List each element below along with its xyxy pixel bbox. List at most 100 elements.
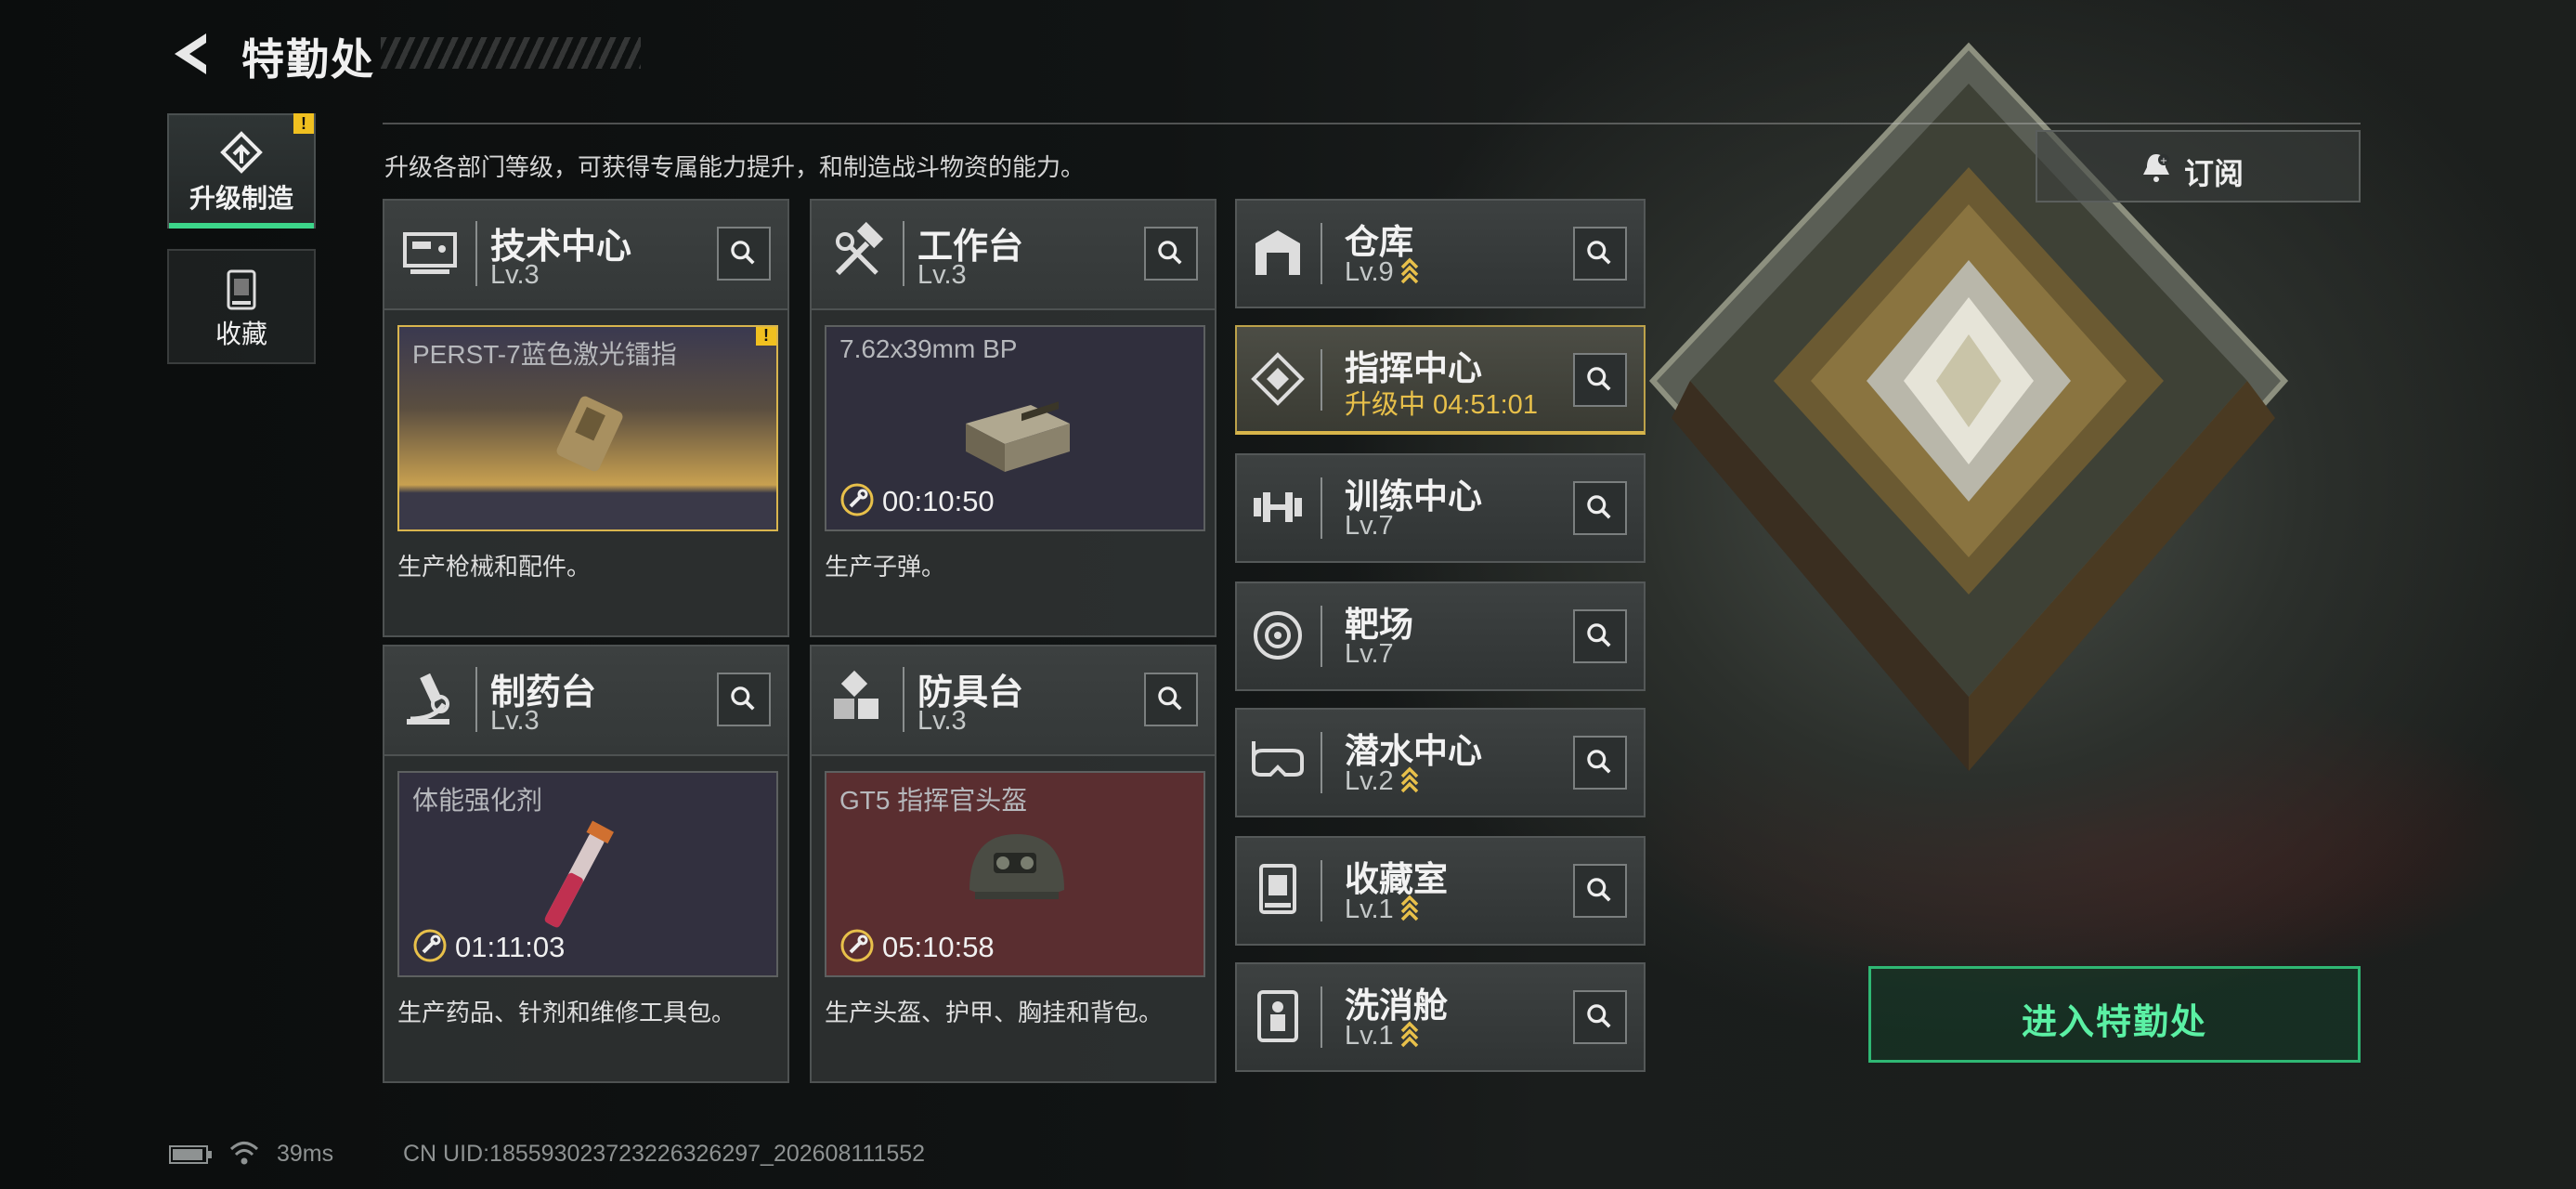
microscope-icon bbox=[407, 673, 449, 725]
upgrade-chevron-icon bbox=[1400, 1021, 1418, 1048]
row-divider bbox=[1321, 732, 1322, 793]
facility-card-pharmacy[interactable]: 制药台 Lv.3 体能强化剂 01:11:03 生产药品、针剂和维修工具包。 bbox=[383, 645, 789, 1083]
inspect-button[interactable] bbox=[1573, 990, 1627, 1044]
facility-description: 生产头盔、护甲、胸挂和背包。 bbox=[825, 999, 1164, 1026]
back-arrow-icon[interactable] bbox=[169, 28, 214, 80]
room-level: Lv.7 bbox=[1345, 639, 1394, 669]
search-icon bbox=[1587, 878, 1611, 902]
room-row-command-center[interactable]: 指挥中心 升级中 04:51:01 bbox=[1235, 325, 1646, 435]
inspect-button[interactable] bbox=[717, 673, 771, 726]
wifi-icon bbox=[229, 1142, 259, 1165]
svg-text:+: + bbox=[2160, 156, 2167, 166]
command-icon bbox=[1251, 352, 1305, 406]
subscribe-button[interactable]: + 订阅 bbox=[2036, 130, 2361, 203]
row-divider bbox=[1321, 349, 1322, 411]
slot-alert-badge: ! bbox=[756, 327, 776, 346]
facility-header: 制药台 Lv.3 bbox=[384, 647, 787, 756]
room-level: Lv.1 bbox=[1345, 1020, 1420, 1052]
header-divider bbox=[475, 221, 477, 286]
inspect-button[interactable] bbox=[1144, 227, 1198, 281]
dumbbell-icon bbox=[1254, 492, 1302, 522]
active-tab-indicator bbox=[169, 223, 314, 229]
inspect-button[interactable] bbox=[1573, 736, 1627, 790]
facility-card-workbench[interactable]: 工作台 Lv.3 7.62x39mm BP 00:10:50 生产子弹。 bbox=[810, 199, 1216, 637]
search-icon bbox=[1587, 241, 1611, 265]
row-divider bbox=[1321, 223, 1322, 284]
production-slot[interactable]: 体能强化剂 01:11:03 bbox=[397, 771, 778, 977]
header-divider bbox=[903, 221, 904, 286]
ping-readout: 39ms bbox=[277, 1141, 334, 1167]
facility-card-armor-bench[interactable]: 防具台 Lv.3 GT5 指挥官头盔 05:10:58 生产头盔、护甲、胸挂和背… bbox=[810, 645, 1216, 1083]
wrench-timer-icon bbox=[413, 929, 447, 962]
collection-icon bbox=[227, 269, 256, 310]
room-row-collection-room[interactable]: 收藏室 Lv.1 bbox=[1235, 836, 1646, 946]
inspect-button[interactable] bbox=[1573, 864, 1627, 918]
helmet-image bbox=[969, 834, 1064, 899]
wrench-timer-icon bbox=[840, 483, 874, 516]
facility-description: 生产子弹。 bbox=[825, 553, 946, 581]
search-icon bbox=[1158, 241, 1182, 265]
item-name: 7.62x39mm BP bbox=[839, 334, 1018, 363]
room-level-text: Lv.2 bbox=[1345, 766, 1394, 796]
ammo-box-image bbox=[966, 401, 1070, 472]
production-slot[interactable]: 7.62x39mm BP 00:10:50 bbox=[825, 325, 1205, 531]
inspect-button[interactable] bbox=[717, 227, 771, 281]
inspect-button[interactable] bbox=[1573, 481, 1627, 535]
room-level-text: Lv.9 bbox=[1345, 257, 1394, 287]
tab-upgrade-craft[interactable]: 升级制造 ! bbox=[167, 113, 316, 229]
collection-icon bbox=[1259, 864, 1296, 914]
facility-level: Lv.3 bbox=[490, 260, 540, 290]
item-name: PERST-7蓝色激光镭指 bbox=[412, 340, 677, 369]
search-icon bbox=[1587, 623, 1611, 647]
facility-level: Lv.3 bbox=[917, 260, 967, 290]
page-title: 特勤处 bbox=[241, 35, 375, 84]
room-level: Lv.1 bbox=[1345, 894, 1420, 925]
room-row-warehouse[interactable]: 仓库 Lv.9 bbox=[1235, 199, 1646, 308]
facility-header: 工作台 Lv.3 bbox=[812, 201, 1215, 310]
production-slot[interactable]: GT5 指挥官头盔 05:10:58 bbox=[825, 771, 1205, 977]
production-slot[interactable]: PERST-7蓝色激光镭指 ! bbox=[397, 325, 778, 531]
enter-special-ops-button[interactable]: 进入特勤处 bbox=[1868, 966, 2361, 1063]
decon-icon bbox=[1257, 990, 1298, 1042]
row-divider bbox=[1321, 606, 1322, 667]
inspect-button[interactable] bbox=[1573, 227, 1627, 281]
alert-badge: ! bbox=[293, 113, 314, 134]
upgrade-status: 升级中 04:51:01 bbox=[1345, 390, 1538, 420]
page-description: 升级各部门等级，可获得专属能力提升，和制造战斗物资的能力。 bbox=[384, 153, 1086, 181]
subscribe-label: 订阅 bbox=[2184, 157, 2244, 190]
search-icon bbox=[731, 686, 755, 711]
upgrade-craft-icon bbox=[220, 131, 263, 174]
computer-icon bbox=[403, 232, 457, 274]
inspect-button[interactable] bbox=[1144, 673, 1198, 726]
facility-level: Lv.3 bbox=[490, 706, 540, 736]
bell-icon: + bbox=[2143, 154, 2169, 182]
production-timer: 00:10:50 bbox=[839, 483, 995, 518]
upgrade-chevron-icon bbox=[1400, 766, 1418, 793]
timer-value: 00:10:50 bbox=[882, 485, 995, 517]
inspect-button[interactable] bbox=[1573, 353, 1627, 407]
search-icon bbox=[1158, 686, 1182, 711]
warehouse-icon bbox=[1255, 230, 1300, 275]
search-icon bbox=[1587, 367, 1611, 391]
tab-upgrade-craft-label: 升级制造 bbox=[189, 184, 293, 213]
search-icon bbox=[731, 241, 755, 265]
room-row-decon-chamber[interactable]: 洗消舱 Lv.1 bbox=[1235, 962, 1646, 1072]
upgrade-chevron-icon bbox=[1400, 257, 1418, 284]
room-level-text: Lv.1 bbox=[1345, 1021, 1394, 1051]
blocks-icon bbox=[834, 670, 878, 719]
facility-description: 生产枪械和配件。 bbox=[397, 553, 592, 581]
wrench-timer-icon bbox=[840, 929, 874, 962]
room-level: Lv.2 bbox=[1345, 765, 1420, 797]
diving-mask-icon bbox=[1252, 741, 1304, 777]
facility-card-tech-center[interactable]: 技术中心 Lv.3 PERST-7蓝色激光镭指 ! 生产枪械和配件。 bbox=[383, 199, 789, 637]
room-level-text: Lv.1 bbox=[1345, 895, 1394, 924]
room-row-diving-center[interactable]: 潜水中心 Lv.2 bbox=[1235, 708, 1646, 817]
upgrade-chevron-icon bbox=[1400, 895, 1418, 921]
search-icon bbox=[1587, 495, 1611, 519]
room-row-training-center[interactable]: 训练中心 Lv.7 bbox=[1235, 453, 1646, 563]
room-row-shooting-range[interactable]: 靶场 Lv.7 bbox=[1235, 581, 1646, 691]
room-level: Lv.9 bbox=[1345, 256, 1420, 288]
search-icon bbox=[1587, 1004, 1611, 1028]
inspect-button[interactable] bbox=[1573, 609, 1627, 663]
tab-collection[interactable]: 收藏 bbox=[167, 249, 316, 364]
